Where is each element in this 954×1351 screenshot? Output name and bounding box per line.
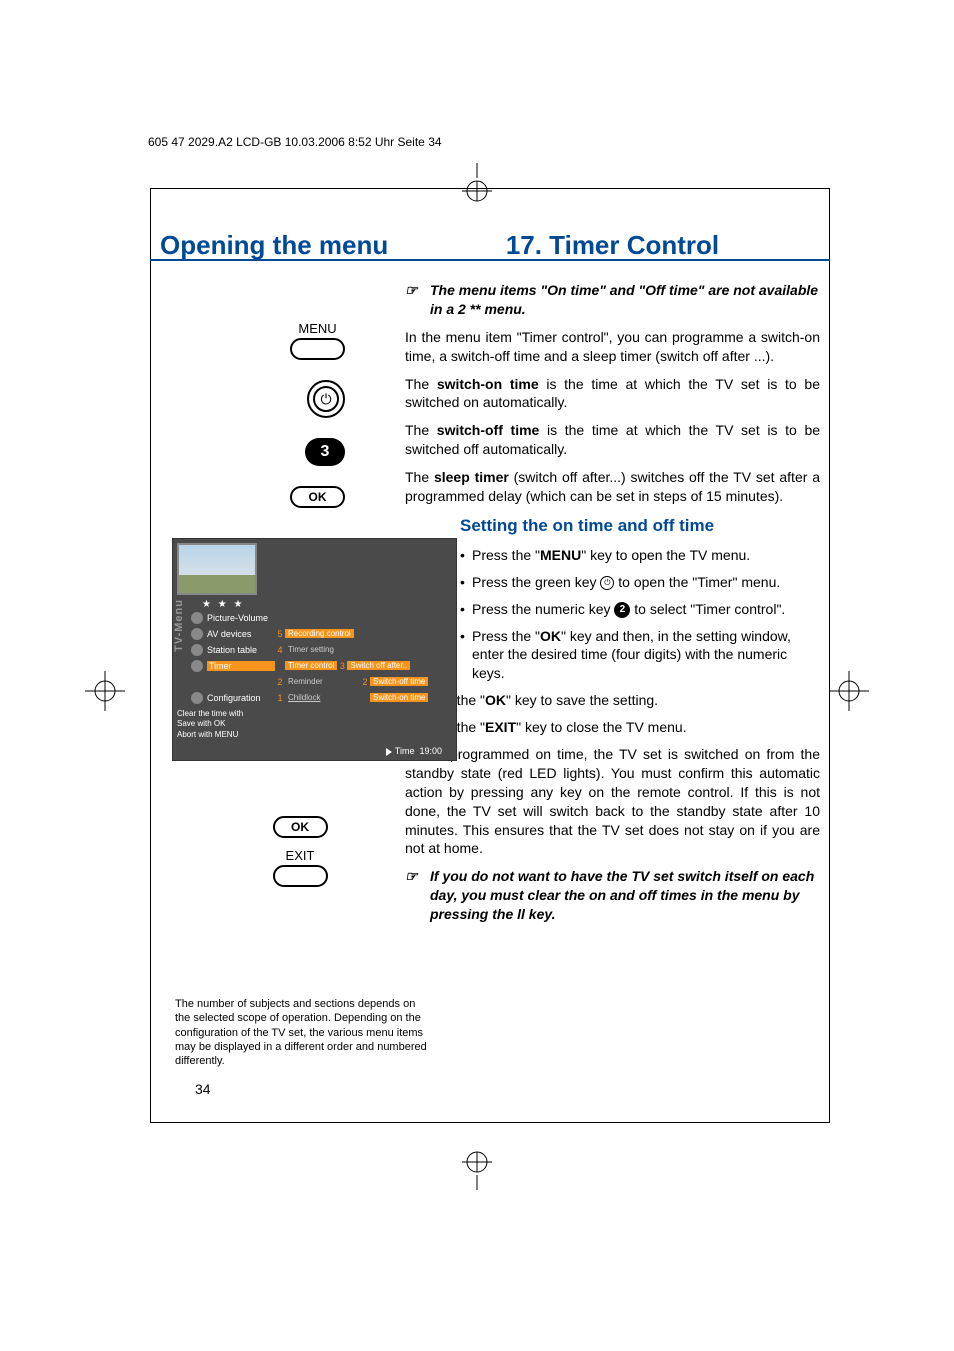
number-3-button-icon: 3 xyxy=(305,438,345,466)
menu-item: Configuration xyxy=(207,693,275,703)
menu-item: AV devices xyxy=(207,629,275,639)
title-left: Opening the menu xyxy=(160,200,405,261)
crop-mark-left xyxy=(85,671,125,711)
ok-button-icon: OK xyxy=(290,486,345,508)
ok-button-icon-2: OK xyxy=(273,816,328,838)
crop-mark-bottom xyxy=(457,1150,497,1190)
section-header: Setting the on time and off time xyxy=(460,515,820,538)
menu-item: Picture-Volume xyxy=(207,613,275,623)
footnote: The number of subjects and sections depe… xyxy=(175,997,430,1068)
title-right: 17. Timer Control xyxy=(405,200,820,261)
bullet-item: Press the "OK" key to save the setting. xyxy=(417,691,820,710)
tv-menu-sidebar-label: TV-Menu xyxy=(173,599,185,652)
menu-label: MENU xyxy=(290,321,345,336)
exit-button-group: EXIT xyxy=(273,848,328,887)
paragraph: At the programmed on time, the TV set is… xyxy=(405,745,820,858)
paragraph: The switch-off time is the time at which… xyxy=(405,421,820,459)
crop-mark-right xyxy=(829,671,869,711)
bullet-item: Press the "MENU" key to open the TV menu… xyxy=(472,546,820,565)
paragraph: The switch-on time is the time at which … xyxy=(405,375,820,413)
bullet-item: Press the "OK" key and then, in the sett… xyxy=(472,627,820,684)
pointing-hand-icon: ☞ xyxy=(405,281,430,319)
document-header: 605 47 2029.A2 LCD-GB 10.03.2006 8:52 Uh… xyxy=(148,135,442,149)
paragraph: In the menu item "Timer control", you ca… xyxy=(405,328,820,366)
note-text: The menu items "On time" and "Off time" … xyxy=(430,281,820,319)
page-number: 34 xyxy=(195,1081,390,1097)
pointing-hand-icon: ☞ xyxy=(405,867,430,924)
exit-label: EXIT xyxy=(273,848,328,863)
menu-item-active: Timer xyxy=(207,661,275,671)
tv-preview-thumbnail xyxy=(177,543,257,595)
green-key-icon: ⏻ xyxy=(600,576,614,590)
bullet-item: Press the green key ⏻ to open the "Timer… xyxy=(472,573,820,592)
exit-button-icon xyxy=(273,865,328,887)
menu-button-icon xyxy=(290,338,345,360)
menu-item: Station table xyxy=(207,645,275,655)
paragraph: The sleep timer (switch off after...) sw… xyxy=(405,468,820,506)
bullet-item: Press the "EXIT" key to close the TV men… xyxy=(417,718,820,737)
menu-time: Time 19:00 xyxy=(177,746,452,756)
key-2-icon: 2 xyxy=(614,602,630,618)
menu-stars: ★ ★ ★ xyxy=(177,599,452,610)
note-text: If you do not want to have the TV set sw… xyxy=(430,867,820,924)
power-button-icon: ⏻ xyxy=(307,380,345,418)
bullet-item: Press the numeric key 2 to select "Timer… xyxy=(472,600,820,619)
tv-menu-diagram: ★ ★ ★ TV-Menu Picture-Volume AV devices5… xyxy=(172,538,457,761)
menu-button-group: MENU xyxy=(290,321,345,360)
menu-help-text: Clear the time with Save with OK Abort w… xyxy=(177,709,452,740)
